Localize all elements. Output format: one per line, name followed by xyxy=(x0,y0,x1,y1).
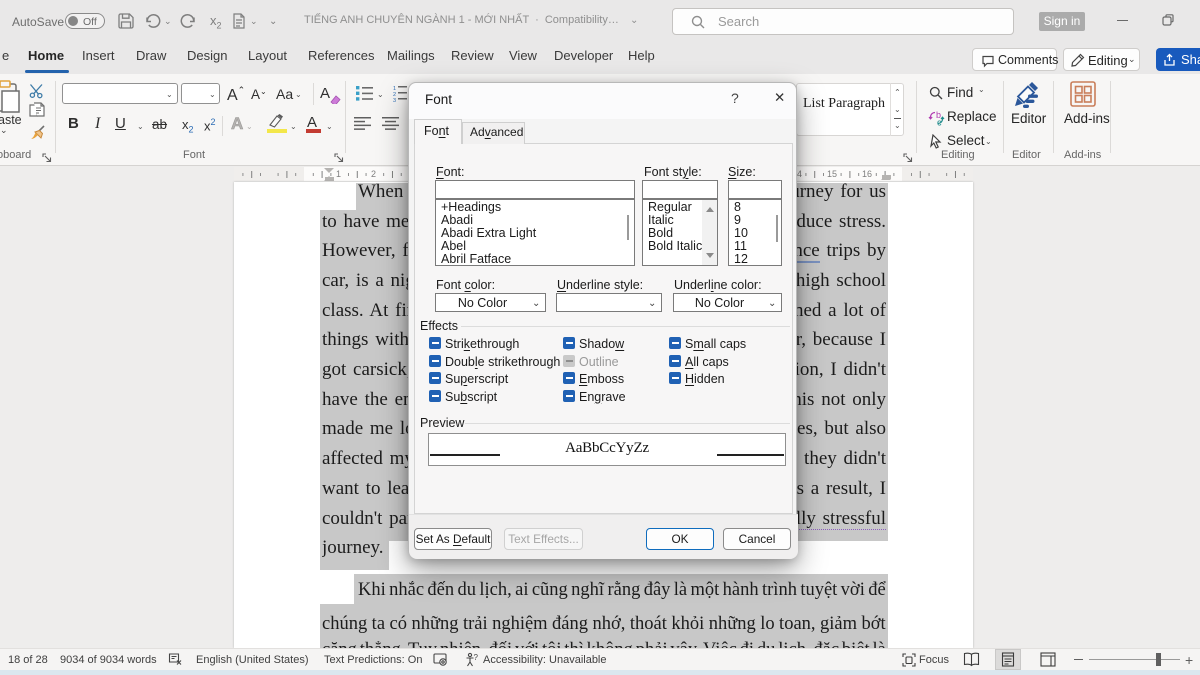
svg-text:?: ? xyxy=(474,653,479,662)
svg-text:3: 3 xyxy=(393,98,396,102)
